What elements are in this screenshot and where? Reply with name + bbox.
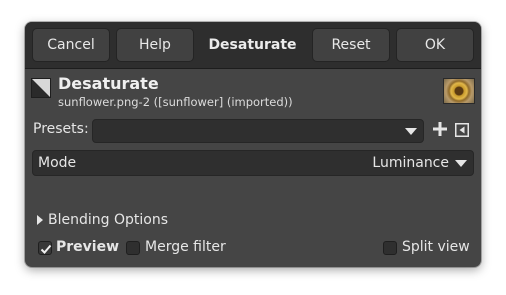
chevron-down-icon — [455, 160, 467, 167]
mode-combobox[interactable]: Mode Luminance — [32, 150, 474, 176]
cancel-button[interactable]: Cancel — [32, 28, 110, 62]
image-thumbnail — [443, 78, 475, 104]
preview-label[interactable]: Preview — [56, 239, 119, 255]
help-button[interactable]: Help — [116, 28, 194, 62]
mode-label: Mode — [38, 155, 77, 171]
image-subtitle: sunflower.png-2 ([sunflower] (imported)) — [58, 95, 293, 109]
chevron-down-icon — [405, 128, 417, 135]
split-view-label[interactable]: Split view — [402, 239, 470, 255]
presets-label: Presets: — [33, 121, 89, 137]
reset-button[interactable]: Reset — [312, 28, 390, 62]
split-view-checkbox[interactable] — [383, 241, 397, 255]
checkmark-icon — [40, 244, 52, 254]
filter-title: Desaturate — [58, 74, 159, 93]
merge-filter-checkbox[interactable] — [126, 241, 140, 255]
blending-options-expander[interactable]: Blending Options — [48, 212, 168, 228]
plus-icon[interactable] — [433, 122, 447, 136]
mode-value: Luminance — [372, 155, 449, 171]
expander-arrow-icon[interactable] — [37, 215, 43, 225]
desaturate-icon — [31, 78, 51, 98]
dialog-title: Desaturate — [208, 37, 297, 53]
presets-combobox[interactable] — [92, 119, 424, 143]
desaturate-dialog: Cancel Help Desaturate Reset OK Desatura… — [25, 22, 481, 267]
ok-button[interactable]: OK — [396, 28, 474, 62]
merge-filter-label[interactable]: Merge filter — [145, 239, 226, 255]
menu-icon[interactable] — [455, 123, 469, 137]
dialog-headerbar: Cancel Help Desaturate Reset OK — [25, 22, 481, 69]
preview-checkbox[interactable] — [38, 241, 52, 255]
